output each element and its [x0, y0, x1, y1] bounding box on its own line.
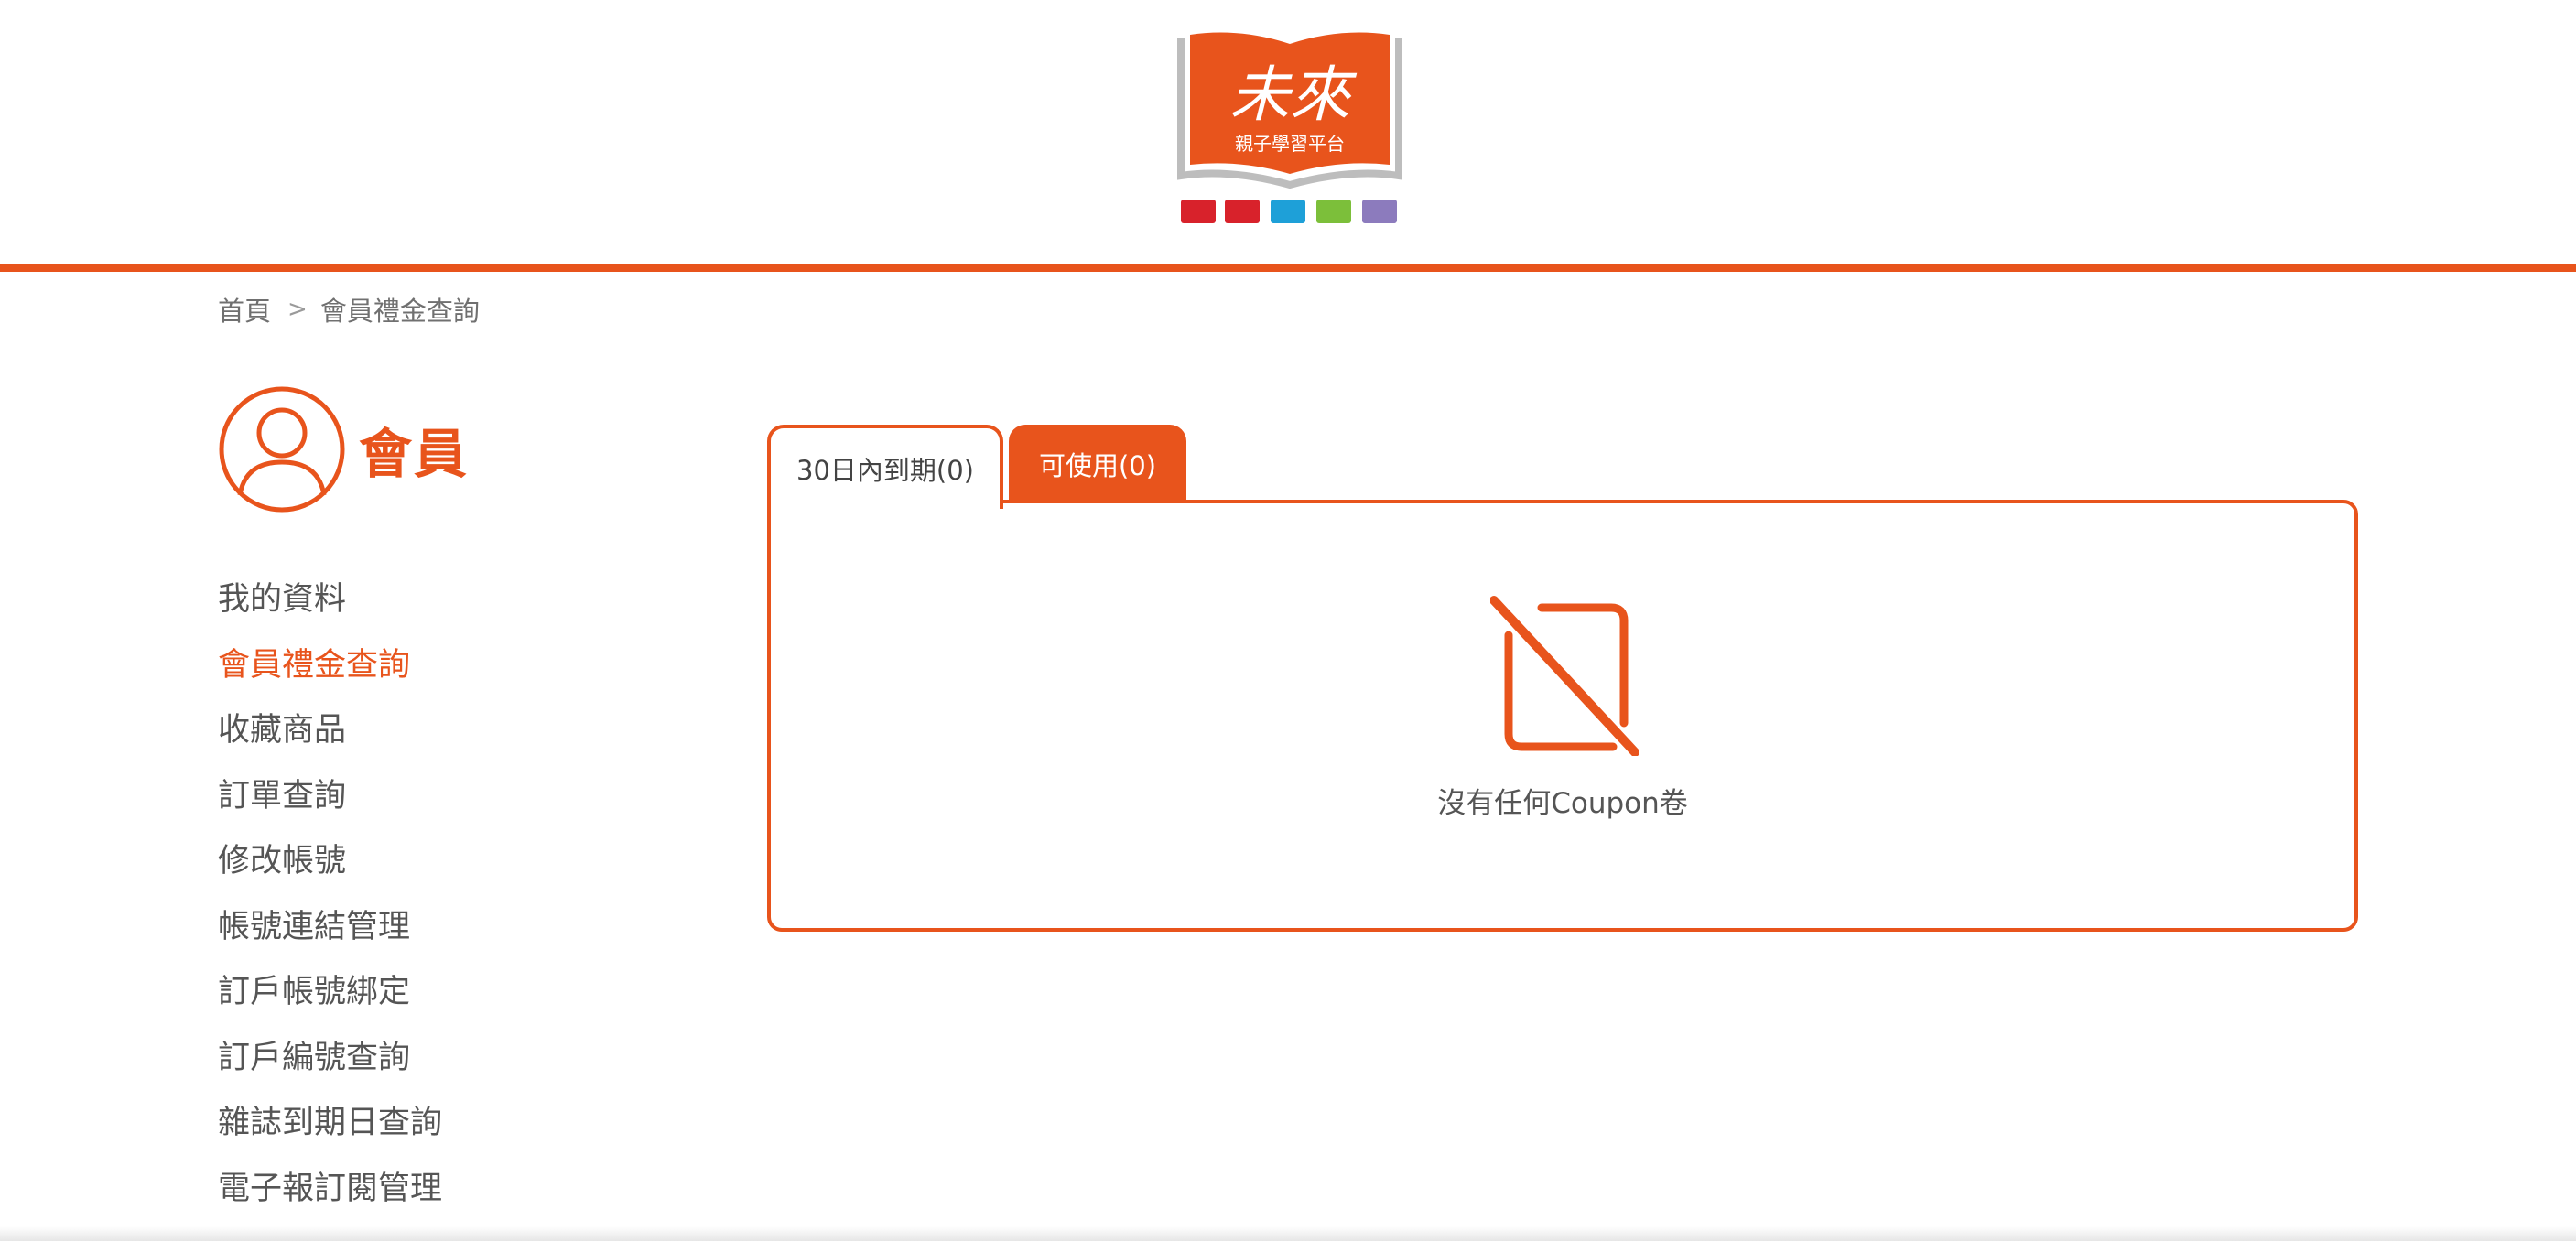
site-logo[interactable]: 未來 親子學習平台: [1175, 31, 1404, 231]
empty-state-message: 沒有任何Coupon卷: [1437, 787, 1688, 820]
user-circle-icon: [219, 386, 345, 513]
member-header: 會員: [218, 384, 469, 514]
member-side-menu: 我的資料 會員禮金查詢 收藏商品 訂單查詢 修改帳號 帳號連結管理 訂戶帳號綁定…: [218, 573, 676, 1227]
coupon-tabs: 30日內到期(0) 可使用(0): [767, 421, 1186, 509]
breadcrumb-home-link[interactable]: 首頁: [218, 290, 271, 329]
site-header: 未來 親子學習平台: [0, 0, 2576, 264]
menu-item-magazine-expiry[interactable]: 雜誌到期日查詢: [218, 1096, 676, 1162]
bottom-shadow: [0, 1226, 2576, 1241]
menu-item-member-credit[interactable]: 會員禮金查詢: [218, 639, 676, 705]
menu-item-favorites[interactable]: 收藏商品: [218, 704, 676, 770]
header-divider: [0, 264, 2576, 272]
menu-item-subscriber-number[interactable]: 訂戶編號查詢: [218, 1031, 676, 1097]
menu-item-account-links[interactable]: 帳號連結管理: [218, 901, 676, 966]
breadcrumb-current: 會員禮金查詢: [319, 296, 480, 327]
coupon-panel: 沒有任何Coupon卷: [767, 500, 2358, 932]
logo-brand-text: 未來: [1229, 59, 1358, 130]
menu-item-my-profile[interactable]: 我的資料: [218, 573, 676, 639]
no-coupon-icon: [1490, 596, 1639, 756]
tab-available[interactable]: 可使用(0): [1009, 425, 1186, 503]
breadcrumb-separator: >: [287, 296, 308, 323]
member-title: 會員: [359, 423, 470, 485]
menu-item-edit-account[interactable]: 修改帳號: [218, 835, 676, 901]
menu-item-subscriber-binding[interactable]: 訂戶帳號綁定: [218, 966, 676, 1031]
tab-expiring-30-days[interactable]: 30日內到期(0): [767, 425, 1003, 509]
menu-item-orders[interactable]: 訂單查詢: [218, 770, 676, 836]
breadcrumb: 首頁 > 會員禮金查詢: [218, 291, 480, 328]
menu-item-newsletter[interactable]: 電子報訂閱管理: [218, 1162, 676, 1228]
logo-subtitle-text: 親子學習平台: [1235, 133, 1345, 155]
